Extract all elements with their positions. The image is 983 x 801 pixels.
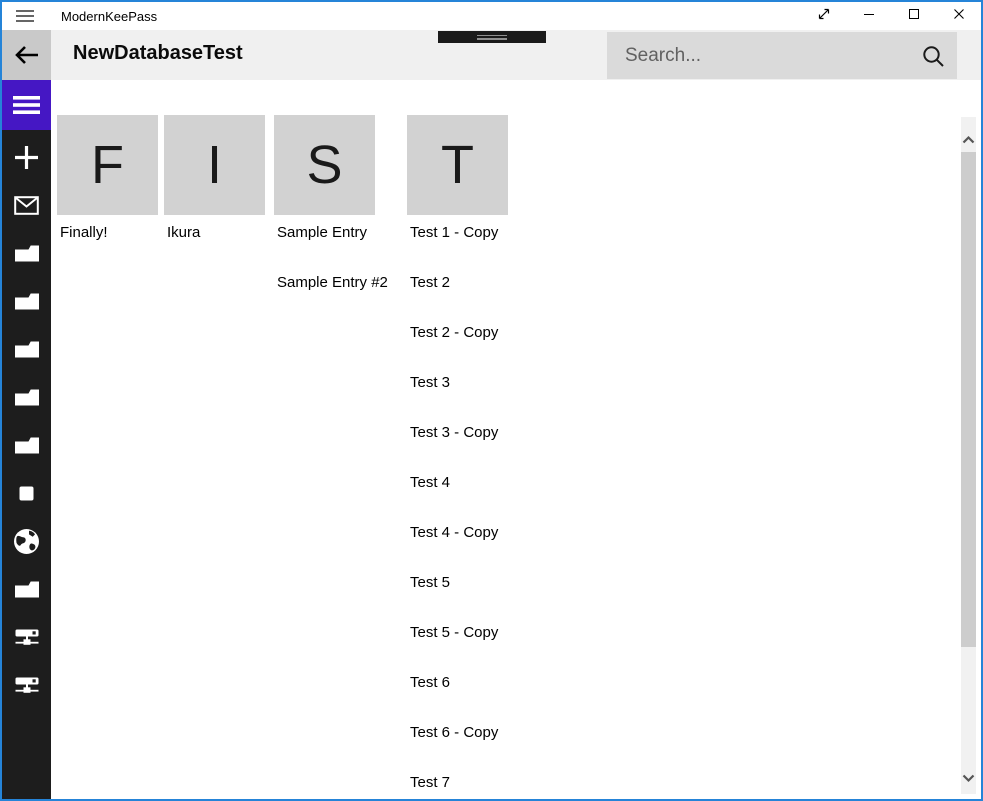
header: NewDatabaseTest <box>2 30 981 80</box>
plus-icon <box>13 144 40 171</box>
server-icon <box>15 677 39 694</box>
nav-menu-button[interactable] <box>2 80 51 130</box>
minimize-icon <box>861 6 877 27</box>
window-controls <box>801 2 981 30</box>
maximize-button[interactable] <box>891 2 936 30</box>
entry-item[interactable]: Sample Entry #2 <box>277 274 388 292</box>
sidebar-item-8-globe[interactable] <box>2 517 51 565</box>
entry-item[interactable]: Test 5 - Copy <box>410 624 498 642</box>
group-letter: I <box>207 138 222 192</box>
entry-item[interactable]: Test 6 - Copy <box>410 724 498 742</box>
folder-icon <box>14 436 40 454</box>
folder-icon <box>14 292 40 310</box>
entry-item[interactable]: Test 3 - Copy <box>410 424 498 442</box>
group-letter: F <box>91 138 124 192</box>
entry-item[interactable]: Test 4 - Copy <box>410 524 498 542</box>
app-window: ModernKeePass NewDatabaseTest F Finally! I… <box>0 0 983 801</box>
group-letter: S <box>306 138 342 192</box>
sidebar <box>2 80 51 799</box>
entry-item[interactable]: Test 4 <box>410 474 450 492</box>
sidebar-item-6-folder[interactable] <box>2 421 51 469</box>
entry-item[interactable]: Test 2 <box>410 274 450 292</box>
collapsed-command-bar[interactable] <box>438 31 546 43</box>
sidebar-item-2-folder[interactable] <box>2 229 51 277</box>
folder-icon <box>14 388 40 406</box>
scrollbar[interactable] <box>961 117 976 794</box>
fullscreen-button[interactable] <box>801 2 846 30</box>
sidebar-item-11-server[interactable] <box>2 661 51 709</box>
sidebar-items <box>2 133 51 709</box>
sidebar-item-10-server[interactable] <box>2 613 51 661</box>
square-tile-icon <box>19 486 34 501</box>
diagonal-arrows-icon <box>816 6 832 27</box>
sidebar-item-9-folder[interactable] <box>2 565 51 613</box>
entry-item[interactable]: Test 2 - Copy <box>410 324 498 342</box>
close-button[interactable] <box>936 2 981 30</box>
folder-icon <box>14 580 40 598</box>
search-input[interactable] <box>607 32 957 79</box>
maximize-icon <box>906 6 922 27</box>
entry-item[interactable]: Ikura <box>167 224 200 242</box>
entry-item[interactable]: Test 1 - Copy <box>410 224 498 242</box>
entry-item[interactable]: Test 6 <box>410 674 450 692</box>
scroll-down-button[interactable] <box>961 770 976 786</box>
server-icon <box>15 629 39 646</box>
sidebar-item-1-mail[interactable] <box>2 181 51 229</box>
scrollbar-thumb[interactable] <box>961 152 976 647</box>
sidebar-item-5-folder[interactable] <box>2 373 51 421</box>
sidebar-item-7-square-tile[interactable] <box>2 469 51 517</box>
entries-panel: F Finally! I Ikura S Sample Entry Sample Entry… <box>51 80 981 799</box>
globe-icon <box>13 528 40 555</box>
app-title: ModernKeePass <box>61 9 157 24</box>
group-tile-F[interactable]: F <box>57 115 158 215</box>
page-title: NewDatabaseTest <box>73 42 243 65</box>
scroll-up-button[interactable] <box>961 131 976 147</box>
sidebar-item-0-plus[interactable] <box>2 133 51 181</box>
search-icon[interactable] <box>921 44 945 68</box>
entry-item[interactable]: Test 3 <box>410 374 450 392</box>
titlebar: ModernKeePass <box>2 2 981 30</box>
sidebar-item-3-folder[interactable] <box>2 277 51 325</box>
sidebar-item-4-folder[interactable] <box>2 325 51 373</box>
group-letter: T <box>441 138 474 192</box>
folder-icon <box>14 340 40 358</box>
entry-item[interactable]: Sample Entry <box>277 224 367 242</box>
group-tile-S[interactable]: S <box>274 115 375 215</box>
folder-icon <box>14 244 40 262</box>
search-box <box>607 32 957 79</box>
entry-item[interactable]: Test 7 <box>410 774 450 792</box>
group-tile-I[interactable]: I <box>164 115 265 215</box>
back-button[interactable] <box>2 30 51 80</box>
close-icon <box>951 6 967 27</box>
entry-item[interactable]: Finally! <box>60 224 108 242</box>
group-tile-T[interactable]: T <box>407 115 508 215</box>
hamburger-icon[interactable] <box>15 9 35 23</box>
mail-icon <box>14 196 39 215</box>
entry-item[interactable]: Test 5 <box>410 574 450 592</box>
minimize-button[interactable] <box>846 2 891 30</box>
